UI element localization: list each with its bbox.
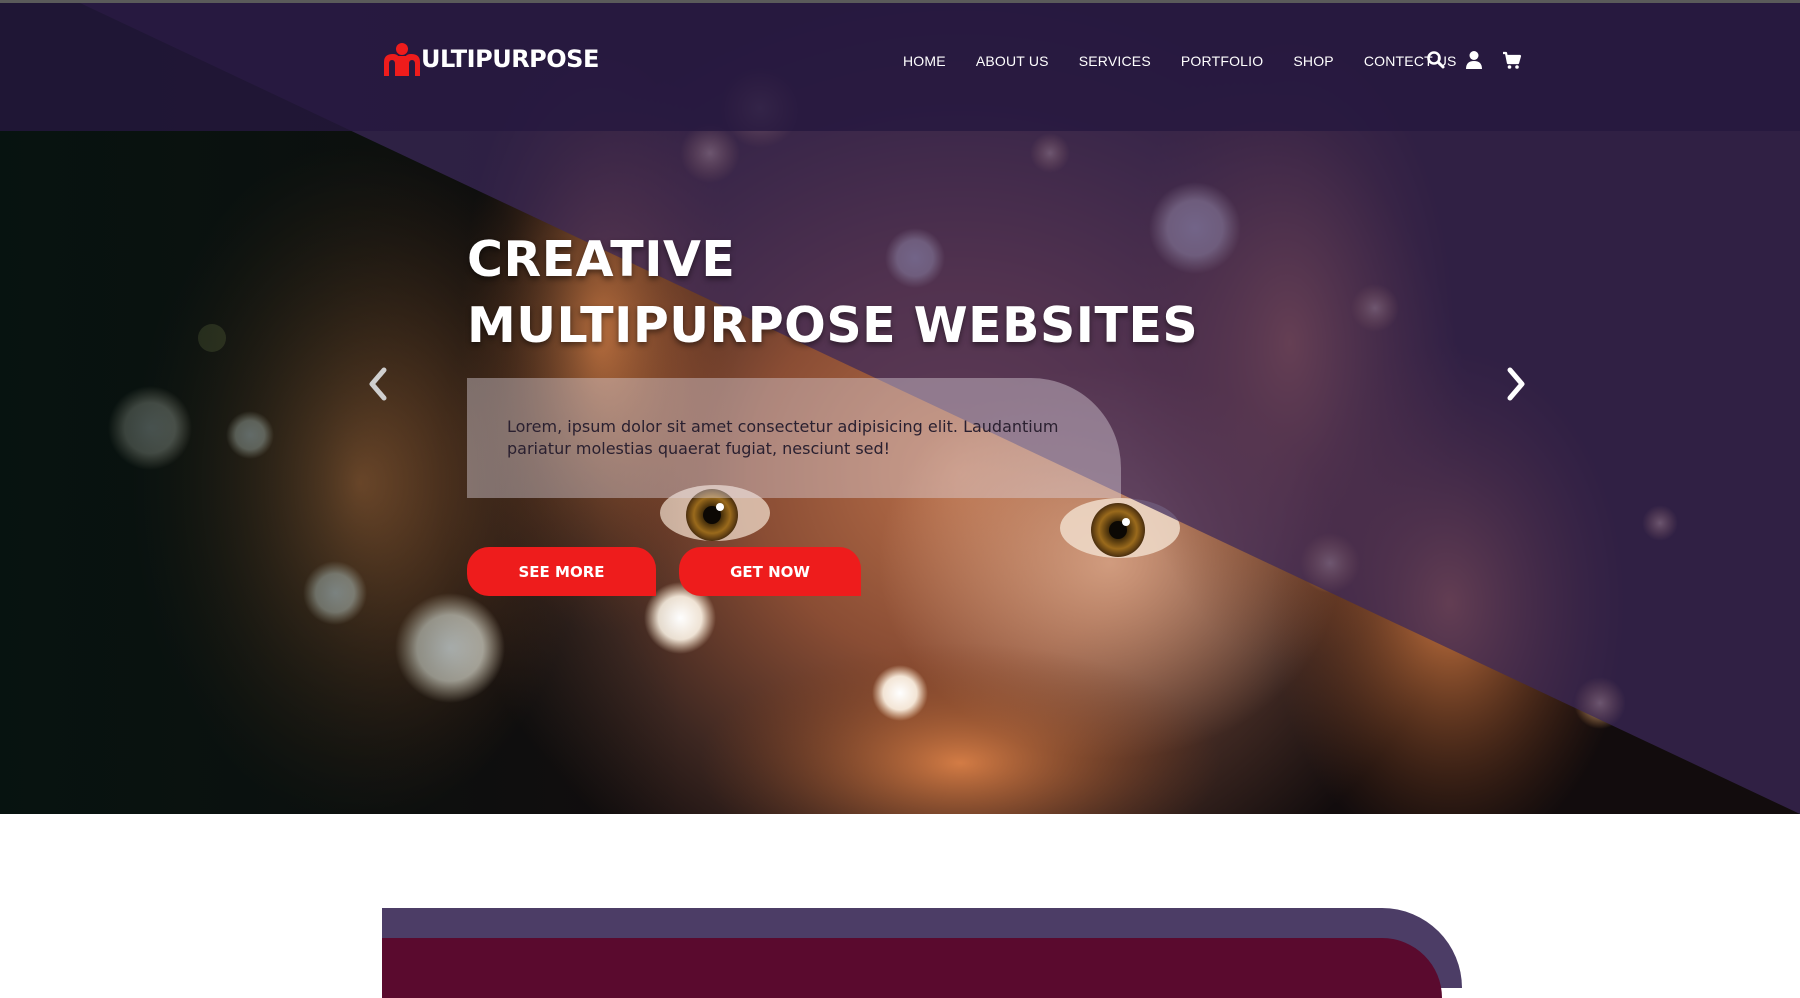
hero-title-line-2: MULTIPURPOSE WEBSITES: [467, 297, 1199, 354]
nav-item-home[interactable]: HOME: [903, 53, 946, 69]
navbar: [0, 3, 1800, 131]
hero-description: Lorem, ipsum dolor sit amet consectetur …: [507, 417, 1059, 458]
chevron-right-icon[interactable]: [1500, 366, 1530, 402]
see-more-button[interactable]: SEE MORE: [467, 547, 656, 596]
nav-item-services[interactable]: SERVICES: [1079, 53, 1151, 69]
hero-title: CREATIVE MULTIPURPOSE WEBSITES: [467, 227, 1198, 359]
people-logo-icon: [382, 42, 422, 76]
nav-item-about-us[interactable]: ABOUT US: [976, 53, 1049, 69]
get-now-button[interactable]: GET NOW: [679, 547, 861, 596]
section-card-inner: [382, 938, 1442, 998]
nav-icons: [1426, 50, 1522, 70]
user-icon[interactable]: [1464, 50, 1484, 70]
logo[interactable]: ULTIPURPOSE: [382, 41, 599, 77]
logo-text: ULTIPURPOSE: [421, 45, 599, 73]
cart-icon[interactable]: [1502, 50, 1522, 70]
search-icon[interactable]: [1426, 50, 1446, 70]
nav-item-shop[interactable]: SHOP: [1293, 53, 1333, 69]
hero-description-box: Lorem, ipsum dolor sit amet consectetur …: [467, 378, 1121, 498]
main-nav: HOME ABOUT US SERVICES PORTFOLIO SHOP CO…: [903, 53, 1487, 69]
hero-title-line-1: CREATIVE: [467, 231, 736, 288]
nav-item-portfolio[interactable]: PORTFOLIO: [1181, 53, 1263, 69]
hero-slider: ULTIPURPOSE HOME ABOUT US SERVICES PORTF…: [0, 3, 1800, 814]
chevron-left-icon[interactable]: [364, 366, 394, 402]
